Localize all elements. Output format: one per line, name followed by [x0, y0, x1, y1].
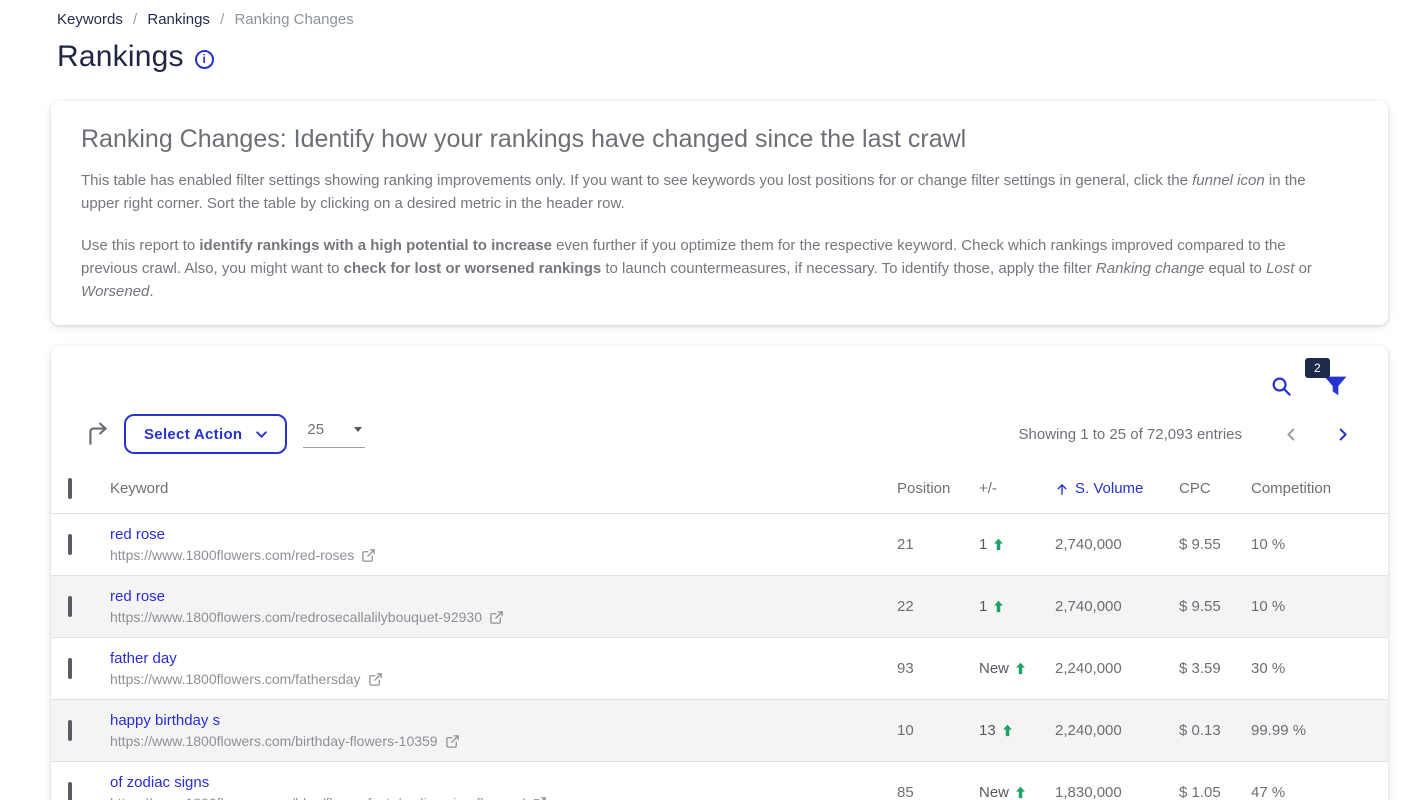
- row-checkbox[interactable]: [68, 596, 72, 617]
- pagination-next-icon[interactable]: [1335, 427, 1350, 442]
- intro-card: Ranking Changes: Identify how your ranki…: [51, 101, 1388, 325]
- external-link-icon[interactable]: [361, 548, 376, 563]
- competition-value: 10 %: [1251, 514, 1388, 576]
- rankings-table: Keyword Position +/- S. Volume CPC Compe…: [51, 466, 1388, 800]
- table-row: happy birthday s https://www.1800flowers…: [51, 700, 1388, 762]
- arrow-up-green-icon: [991, 537, 1006, 552]
- competition-value: 99.99 %: [1251, 700, 1388, 762]
- external-link-icon[interactable]: [532, 796, 547, 800]
- search-volume-value: 2,740,000: [1055, 576, 1179, 638]
- keyword-link[interactable]: father day: [110, 650, 177, 667]
- competition-value: 47 %: [1251, 762, 1388, 800]
- breadcrumb-rankings[interactable]: Rankings: [147, 11, 210, 28]
- keyword-link[interactable]: of zodiac signs: [110, 774, 209, 791]
- arrow-up-green-icon: [1013, 785, 1028, 800]
- sort-arrow-up-icon: [1055, 482, 1069, 496]
- position-value: 93: [897, 638, 979, 700]
- competition-value: 30 %: [1251, 638, 1388, 700]
- intro-paragraph-1: This table has enabled filter settings s…: [81, 169, 1344, 215]
- search-icon[interactable]: [1270, 375, 1293, 398]
- select-action-label: Select Action: [144, 426, 242, 443]
- row-checkbox[interactable]: [68, 534, 72, 555]
- row-checkbox[interactable]: [68, 658, 72, 679]
- caret-down-icon: [354, 427, 362, 432]
- breadcrumb-current: Ranking Changes: [234, 11, 353, 28]
- pagination-prev-icon[interactable]: [1284, 427, 1299, 442]
- keyword-url: https://www.1800flowers.com/blog/flower-…: [110, 795, 897, 800]
- table-controls-row: Select Action 25 Showing 1 to 25 of 72,0…: [51, 414, 1388, 454]
- external-link-icon[interactable]: [489, 610, 504, 625]
- keyword-url: https://www.1800flowers.com/redrosecalla…: [110, 609, 897, 625]
- position-value: 21: [897, 514, 979, 576]
- intro-heading: Ranking Changes: Identify how your ranki…: [81, 125, 1344, 154]
- filter-count-badge: 2: [1305, 358, 1330, 378]
- arrow-up-green-icon: [1000, 723, 1015, 738]
- keyword-url: https://www.1800flowers.com/fathersday: [110, 671, 897, 687]
- table-icon-toolbar: 2: [51, 366, 1388, 406]
- search-volume-value: 2,240,000: [1055, 638, 1179, 700]
- search-volume-value: 2,240,000: [1055, 700, 1179, 762]
- table-row: red rose https://www.1800flowers.com/red…: [51, 576, 1388, 638]
- arrow-up-green-icon: [1013, 661, 1028, 676]
- showing-entries-text: Showing 1 to 25 of 72,093 entries: [1019, 426, 1243, 443]
- row-checkbox[interactable]: [68, 782, 72, 800]
- chevron-down-icon: [254, 427, 269, 442]
- keyword-url: https://www.1800flowers.com/red-roses: [110, 547, 897, 563]
- position-value: 22: [897, 576, 979, 638]
- table-header-row: Keyword Position +/- S. Volume CPC Compe…: [51, 466, 1388, 514]
- table-body: red rose https://www.1800flowers.com/red…: [51, 514, 1388, 800]
- search-volume-value: 2,740,000: [1055, 514, 1179, 576]
- page-title: Rankings: [57, 40, 184, 74]
- position-value: 10: [897, 700, 979, 762]
- search-volume-value: 1,830,000: [1055, 762, 1179, 800]
- column-header-cpc[interactable]: CPC: [1179, 466, 1251, 514]
- keyword-link[interactable]: red rose: [110, 588, 165, 605]
- column-header-svolume[interactable]: S. Volume: [1055, 466, 1179, 514]
- rankings-table-card: 2 Select Action 25 Showing 1 to: [51, 346, 1388, 800]
- ranking-change: New: [979, 660, 1055, 677]
- keyword-link[interactable]: red rose: [110, 526, 165, 543]
- cpc-value: $ 9.55: [1179, 576, 1251, 638]
- ranking-change: 1: [979, 536, 1055, 553]
- column-header-position[interactable]: Position: [897, 466, 979, 514]
- filter-funnel-wrap: 2: [1323, 374, 1348, 399]
- ranking-change: 13: [979, 722, 1055, 739]
- cpc-value: $ 1.05: [1179, 762, 1251, 800]
- external-link-icon[interactable]: [368, 672, 383, 687]
- export-icon[interactable]: [85, 421, 111, 447]
- select-all-checkbox[interactable]: [68, 478, 72, 499]
- column-header-keyword[interactable]: Keyword: [110, 466, 897, 514]
- breadcrumb-separator: /: [133, 11, 137, 28]
- competition-value: 10 %: [1251, 576, 1388, 638]
- page-size-select[interactable]: 25: [303, 421, 365, 448]
- keyword-link[interactable]: happy birthday s: [110, 712, 220, 729]
- table-row: of zodiac signs https://www.1800flowers.…: [51, 762, 1388, 800]
- breadcrumb-separator: /: [220, 11, 224, 28]
- breadcrumb: Keywords / Rankings / Ranking Changes: [0, 0, 1422, 28]
- cpc-value: $ 0.13: [1179, 700, 1251, 762]
- external-link-icon[interactable]: [445, 734, 460, 749]
- table-row: red rose https://www.1800flowers.com/red…: [51, 514, 1388, 576]
- ranking-change: New: [979, 784, 1055, 800]
- info-icon[interactable]: i: [195, 50, 214, 69]
- position-value: 85: [897, 762, 979, 800]
- column-header-competition[interactable]: Competition: [1251, 466, 1388, 514]
- column-header-change[interactable]: +/-: [979, 466, 1055, 514]
- cpc-value: $ 9.55: [1179, 514, 1251, 576]
- row-checkbox[interactable]: [68, 720, 72, 741]
- table-row: father day https://www.1800flowers.com/f…: [51, 638, 1388, 700]
- intro-paragraph-2: Use this report to identify rankings wit…: [81, 234, 1344, 303]
- keyword-url: https://www.1800flowers.com/birthday-flo…: [110, 733, 897, 749]
- cpc-value: $ 3.59: [1179, 638, 1251, 700]
- page-size-value: 25: [307, 421, 324, 438]
- breadcrumb-keywords[interactable]: Keywords: [57, 11, 123, 28]
- ranking-change: 1: [979, 598, 1055, 615]
- arrow-up-green-icon: [991, 599, 1006, 614]
- select-action-dropdown[interactable]: Select Action: [124, 414, 287, 454]
